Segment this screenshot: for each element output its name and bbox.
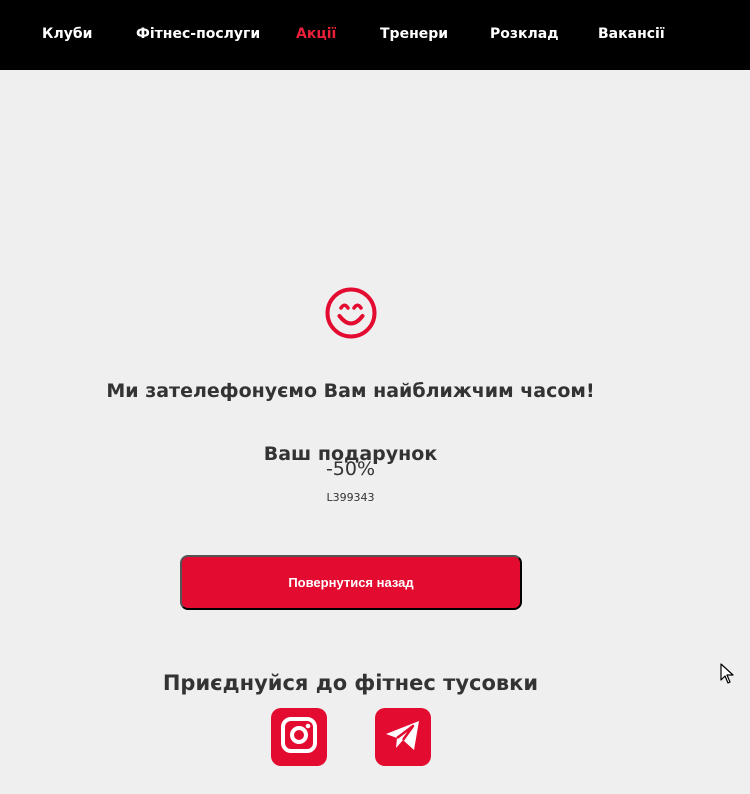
nav-item-clubs[interactable]: Клуби	[42, 24, 92, 44]
gift-code: L399343	[326, 491, 375, 504]
nav-item-schedule[interactable]: Розклад	[490, 24, 559, 44]
mouse-cursor-icon	[720, 663, 734, 685]
nav-item-trainers[interactable]: Тренери	[380, 24, 448, 44]
top-navigation: Клуби Фітнес-послуги Акції Тренери Розкл…	[0, 0, 750, 70]
gift-discount-value: -50%	[325, 458, 376, 480]
instagram-icon	[280, 716, 318, 758]
nav-item-fitness-services[interactable]: Фітнес-послуги	[136, 24, 260, 44]
community-title: Приєднуйся до фітнес тусовки	[162, 671, 539, 696]
instagram-button[interactable]	[271, 708, 327, 766]
confirmation-title: Ми зателефонуємо Вам найближчим часом!	[106, 379, 595, 402]
back-button[interactable]: Повернутися назад	[180, 555, 522, 610]
telegram-button[interactable]	[375, 708, 431, 766]
telegram-icon	[382, 714, 424, 760]
nav-item-promotions[interactable]: Акції	[296, 24, 336, 44]
nav-item-vacancies[interactable]: Вакансії	[598, 24, 665, 44]
smile-icon	[324, 286, 378, 340]
